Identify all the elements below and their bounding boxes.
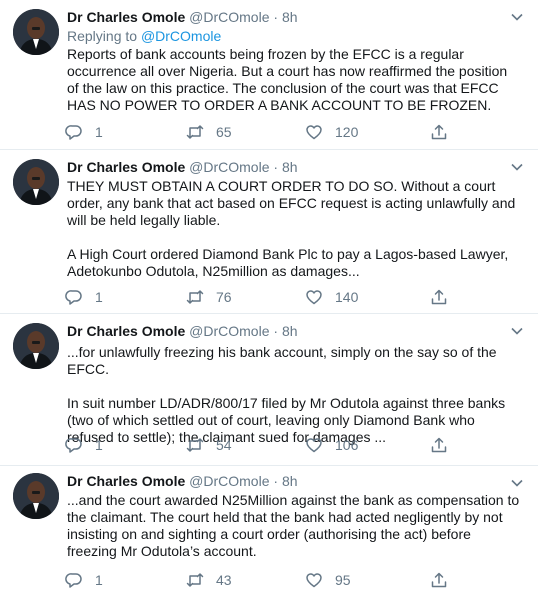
retweet-button[interactable]: 43 <box>186 570 232 590</box>
tweet[interactable]: Dr Charles Omole @DrCOmole · 8h ...and t… <box>0 466 538 606</box>
share-button[interactable] <box>430 435 448 455</box>
retweet-count: 76 <box>216 289 232 305</box>
like-count: 95 <box>335 572 351 588</box>
reply-button[interactable]: 1 <box>65 287 103 307</box>
retweet-count: 54 <box>216 437 232 453</box>
author-name[interactable]: Dr Charles Omole <box>67 473 185 489</box>
reply-count: 1 <box>95 572 103 588</box>
reply-icon <box>65 125 82 140</box>
timestamp[interactable]: 8h <box>282 9 298 25</box>
tweet[interactable]: Dr Charles Omole @DrCOmole · 8h Replying… <box>0 0 538 150</box>
reply-icon <box>65 573 82 588</box>
tweet-text: ...for unlawfully freezing his bank acco… <box>67 344 506 445</box>
replying-to: Replying to @DrCOmole <box>67 27 221 45</box>
avatar[interactable] <box>13 323 59 369</box>
retweet-icon <box>186 290 204 304</box>
avatar[interactable] <box>13 473 59 519</box>
retweet-count: 43 <box>216 572 232 588</box>
tweet-actions: 1 65 120 <box>65 122 485 142</box>
share-button[interactable] <box>430 570 448 590</box>
author-handle[interactable]: @DrCOmole <box>189 473 269 489</box>
tweet[interactable]: Dr Charles Omole @DrCOmole · 8h THEY MUS… <box>0 150 538 314</box>
tweet-header: Dr Charles Omole @DrCOmole · 8h <box>67 472 508 490</box>
like-count: 140 <box>335 289 359 305</box>
reply-count: 1 <box>95 289 103 305</box>
author-name[interactable]: Dr Charles Omole <box>67 9 185 25</box>
reply-button[interactable]: 1 <box>65 435 103 455</box>
reply-icon <box>65 290 82 305</box>
author-handle[interactable]: @DrCOmole <box>189 323 269 339</box>
retweet-count: 65 <box>216 124 232 140</box>
separator: · <box>273 9 279 25</box>
share-icon <box>431 572 447 588</box>
timestamp[interactable]: 8h <box>282 323 298 339</box>
tweet-text: ...and the court awarded N25Million agai… <box>67 492 524 559</box>
replying-to-link[interactable]: @DrCOmole <box>141 28 221 44</box>
reply-icon <box>65 438 82 453</box>
tweet-actions: 1 43 95 <box>65 570 485 590</box>
timestamp[interactable]: 8h <box>282 473 298 489</box>
avatar[interactable] <box>13 159 59 205</box>
author-name[interactable]: Dr Charles Omole <box>67 159 185 175</box>
retweet-icon <box>186 573 204 587</box>
retweet-button[interactable]: 76 <box>186 287 232 307</box>
author-handle[interactable]: @DrCOmole <box>189 9 269 25</box>
tweet-text: Reports of bank accounts being frozen by… <box>67 46 512 113</box>
tweet-header: Dr Charles Omole @DrCOmole · 8h <box>67 322 508 340</box>
reply-count: 1 <box>95 124 103 140</box>
tweet-text: THEY MUST OBTAIN A COURT ORDER TO DO SO.… <box>67 178 516 279</box>
tweet-actions: 1 54 106 <box>65 435 485 455</box>
chevron-down-icon[interactable] <box>510 476 524 490</box>
author-handle[interactable]: @DrCOmole <box>189 159 269 175</box>
avatar[interactable] <box>13 9 59 55</box>
like-button[interactable]: 106 <box>305 435 358 455</box>
retweet-icon <box>186 438 204 452</box>
timestamp[interactable]: 8h <box>282 159 298 175</box>
like-button[interactable]: 140 <box>305 287 358 307</box>
share-icon <box>431 289 447 305</box>
chevron-down-icon[interactable] <box>510 324 524 338</box>
like-button[interactable]: 120 <box>305 122 358 142</box>
share-button[interactable] <box>430 287 448 307</box>
retweet-icon <box>186 125 204 139</box>
chevron-down-icon[interactable] <box>510 160 524 174</box>
retweet-button[interactable]: 54 <box>186 435 232 455</box>
reply-button[interactable]: 1 <box>65 122 103 142</box>
tweet-actions: 1 76 140 <box>65 287 485 307</box>
like-count: 120 <box>335 124 359 140</box>
share-icon <box>431 437 447 453</box>
author-name[interactable]: Dr Charles Omole <box>67 323 185 339</box>
like-count: 106 <box>335 437 359 453</box>
heart-icon <box>306 573 322 588</box>
separator: · <box>273 473 279 489</box>
tweet-header: Dr Charles Omole @DrCOmole · 8h <box>67 8 508 26</box>
chevron-down-icon[interactable] <box>510 10 524 24</box>
share-icon <box>431 124 447 140</box>
retweet-button[interactable]: 65 <box>186 122 232 142</box>
share-button[interactable] <box>430 122 448 142</box>
heart-icon <box>306 438 322 453</box>
reply-count: 1 <box>95 437 103 453</box>
like-button[interactable]: 95 <box>305 570 351 590</box>
replying-prefix: Replying to <box>67 28 138 44</box>
tweet-header: Dr Charles Omole @DrCOmole · 8h <box>67 158 508 176</box>
heart-icon <box>306 125 322 140</box>
reply-button[interactable]: 1 <box>65 570 103 590</box>
separator: · <box>273 323 279 339</box>
separator: · <box>273 159 279 175</box>
tweet[interactable]: Dr Charles Omole @DrCOmole · 8h ...for u… <box>0 314 538 466</box>
heart-icon <box>306 290 322 305</box>
